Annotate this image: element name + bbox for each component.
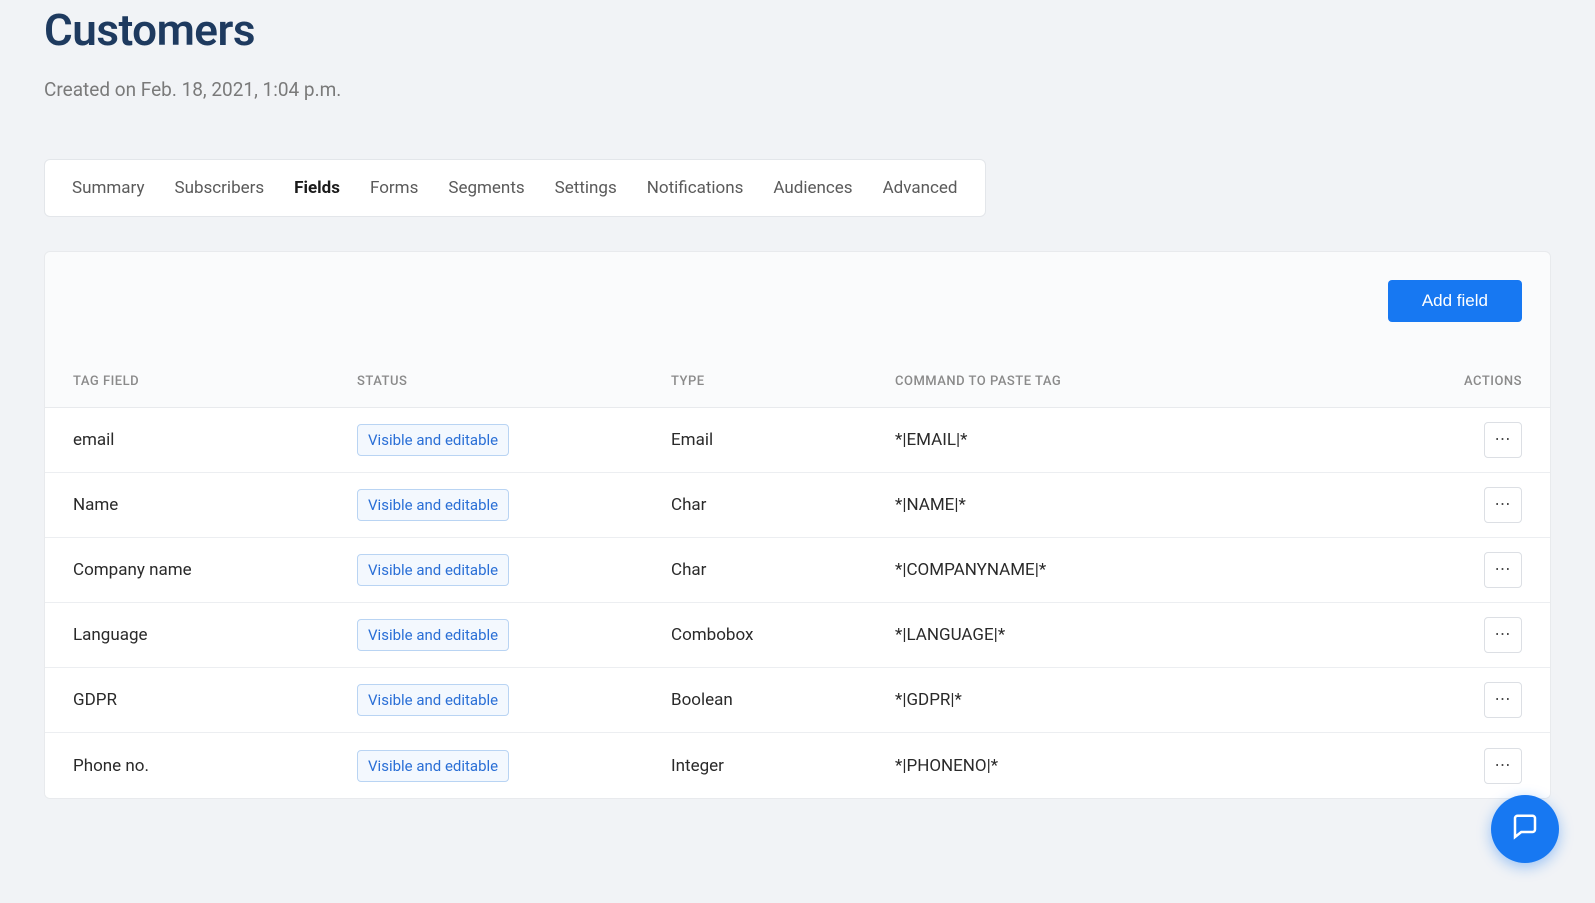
cell-actions: ⋯: [1432, 617, 1522, 653]
tab-summary[interactable]: Summary: [57, 160, 159, 216]
tab-segments[interactable]: Segments: [433, 160, 539, 216]
cell-status: Visible and editable: [357, 619, 671, 651]
cell-type: Char: [671, 495, 895, 515]
cell-type: Integer: [671, 756, 895, 776]
table-row: Company nameVisible and editable Char*|CO…: [45, 538, 1550, 603]
col-header-actions: ACTIONS: [1432, 374, 1522, 389]
cell-type: Char: [671, 560, 895, 580]
help-fab[interactable]: [1491, 795, 1559, 863]
status-badge: Visible and editable: [357, 424, 509, 456]
cell-status: Visible and editable: [357, 750, 671, 782]
row-actions-button[interactable]: ⋯: [1484, 682, 1522, 718]
more-horizontal-icon: ⋯: [1495, 497, 1512, 513]
row-actions-button[interactable]: ⋯: [1484, 617, 1522, 653]
cell-type: Email: [671, 430, 895, 450]
col-header-command: COMMAND TO PASTE TAG: [895, 374, 1432, 389]
cell-type: Boolean: [671, 690, 895, 710]
cell-command: *|EMAIL|*: [895, 430, 1432, 450]
tab-audiences[interactable]: Audiences: [758, 160, 867, 216]
cell-status: Visible and editable: [357, 424, 671, 456]
tab-fields[interactable]: Fields: [279, 160, 355, 216]
page-title: Customers: [44, 4, 1551, 56]
tab-subscribers[interactable]: Subscribers: [159, 160, 279, 216]
cell-tag: Name: [73, 495, 357, 515]
row-actions-button[interactable]: ⋯: [1484, 422, 1522, 458]
more-horizontal-icon: ⋯: [1495, 758, 1512, 774]
tabs-container: SummarySubscribersFieldsFormsSegmentsSet…: [44, 159, 986, 217]
cell-status: Visible and editable: [357, 489, 671, 521]
cell-tag: Language: [73, 625, 357, 645]
row-actions-button[interactable]: ⋯: [1484, 487, 1522, 523]
table-body: emailVisible and editableEmail*|EMAIL|*⋯…: [45, 408, 1550, 798]
add-field-button[interactable]: Add field: [1388, 280, 1522, 322]
table-header: TAG FIELD STATUS TYPE COMMAND TO PASTE T…: [45, 356, 1550, 408]
status-badge: Visible and editable: [357, 684, 509, 716]
cell-command: *|COMPANYNAME|*: [895, 560, 1432, 580]
cell-tag: GDPR: [73, 690, 357, 710]
col-header-status: STATUS: [357, 374, 671, 389]
cell-tag: Phone no.: [73, 756, 357, 776]
more-horizontal-icon: ⋯: [1495, 432, 1512, 448]
status-badge: Visible and editable: [357, 619, 509, 651]
cell-command: *|NAME|*: [895, 495, 1432, 515]
cell-actions: ⋯: [1432, 487, 1522, 523]
page-subtitle: Created on Feb. 18, 2021, 1:04 p.m.: [44, 78, 1551, 101]
col-header-tag: TAG FIELD: [73, 374, 357, 389]
cell-type: Combobox: [671, 625, 895, 645]
table-row: emailVisible and editable Email*|EMAIL|* ⋯: [45, 408, 1550, 473]
cell-command: *|LANGUAGE|*: [895, 625, 1432, 645]
tab-notifications[interactable]: Notifications: [632, 160, 759, 216]
cell-status: Visible and editable: [357, 684, 671, 716]
cell-command: *|PHONENO|*: [895, 756, 1432, 776]
col-header-type: TYPE: [671, 374, 895, 389]
fields-card: Add field TAG FIELD STATUS TYPE COMMAND …: [44, 251, 1551, 799]
table-row: Phone no.Visible and editable Integer*|PH…: [45, 733, 1550, 798]
fields-table: TAG FIELD STATUS TYPE COMMAND TO PASTE T…: [45, 356, 1550, 798]
row-actions-button[interactable]: ⋯: [1484, 552, 1522, 588]
card-toolbar: Add field: [45, 252, 1550, 322]
cell-tag: email: [73, 430, 357, 450]
status-badge: Visible and editable: [357, 750, 509, 782]
chat-icon: [1510, 812, 1540, 846]
cell-actions: ⋯: [1432, 552, 1522, 588]
more-horizontal-icon: ⋯: [1495, 692, 1512, 708]
table-row: NameVisible and editable Char*|NAME|* ⋯: [45, 473, 1550, 538]
table-row: LanguageVisible and editable Combobox*|LA…: [45, 603, 1550, 668]
tab-forms[interactable]: Forms: [355, 160, 433, 216]
table-row: GDPRVisible and editable Boolean*|GDPR|* ⋯: [45, 668, 1550, 733]
cell-actions: ⋯: [1432, 748, 1522, 784]
status-badge: Visible and editable: [357, 554, 509, 586]
row-actions-button[interactable]: ⋯: [1484, 748, 1522, 784]
cell-command: *|GDPR|*: [895, 690, 1432, 710]
tab-advanced[interactable]: Advanced: [868, 160, 973, 216]
cell-status: Visible and editable: [357, 554, 671, 586]
cell-tag: Company name: [73, 560, 357, 580]
more-horizontal-icon: ⋯: [1495, 627, 1512, 643]
status-badge: Visible and editable: [357, 489, 509, 521]
cell-actions: ⋯: [1432, 422, 1522, 458]
cell-actions: ⋯: [1432, 682, 1522, 718]
more-horizontal-icon: ⋯: [1495, 562, 1512, 578]
tab-settings[interactable]: Settings: [540, 160, 632, 216]
